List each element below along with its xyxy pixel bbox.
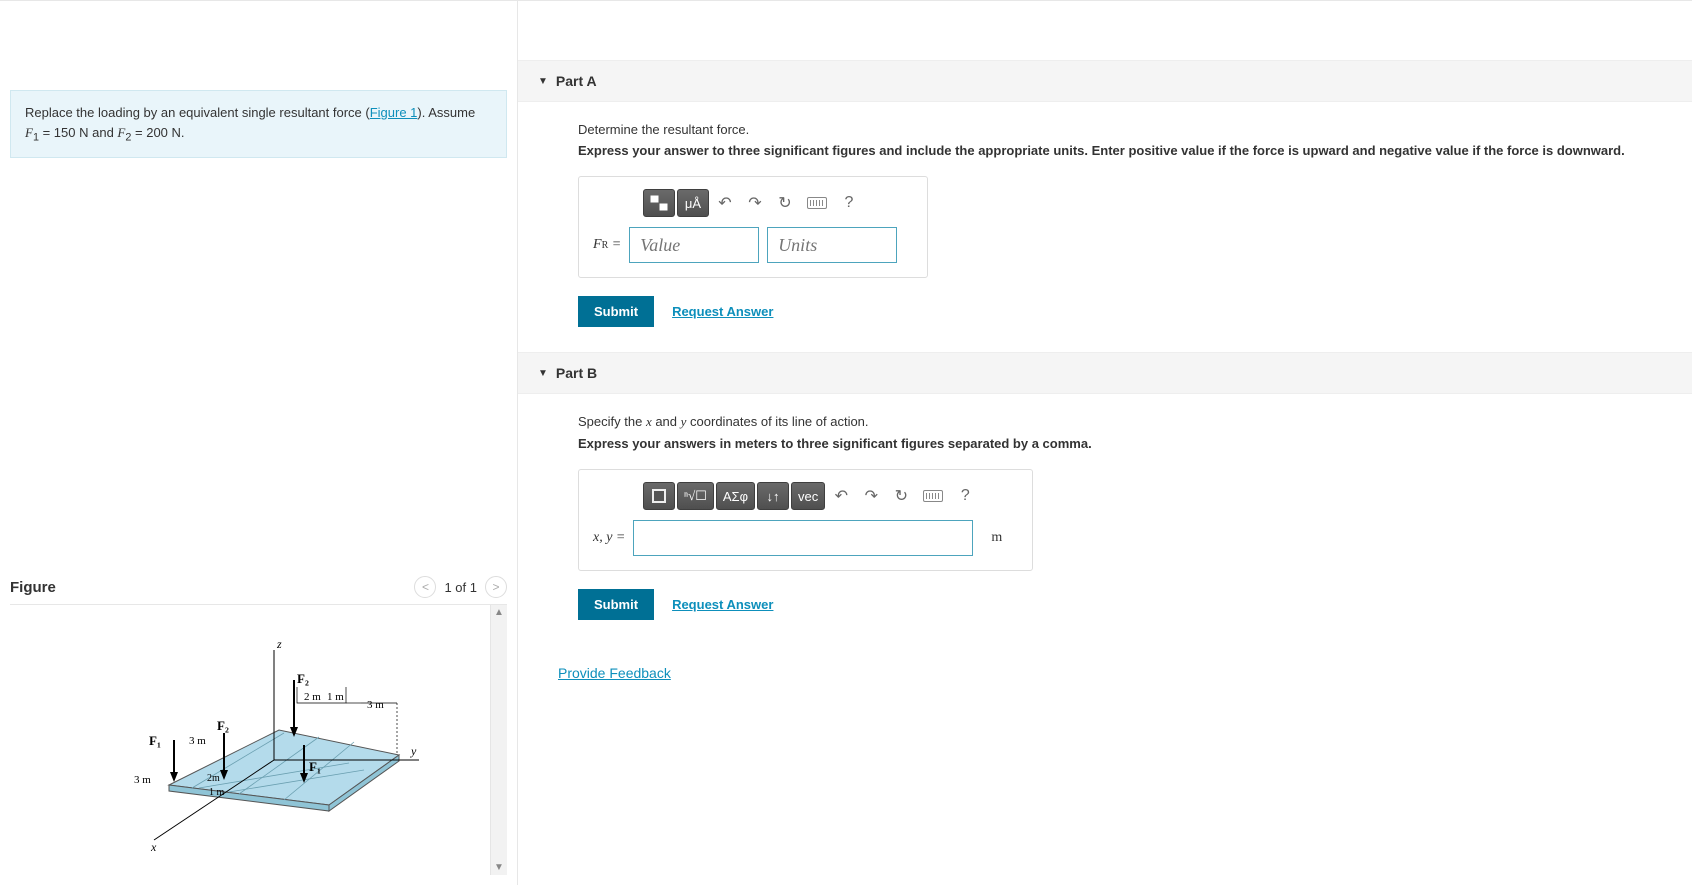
problem-text-prefix: Replace the loading by an equivalent sin… — [25, 105, 370, 120]
top-border-left — [0, 0, 517, 10]
part-b-instruction: Express your answers in meters to three … — [578, 436, 1672, 451]
reset-button-a[interactable]: ↻ — [771, 189, 799, 217]
f2-left-label: F₂ — [217, 718, 229, 733]
redo-button-b[interactable]: ↷ — [857, 482, 885, 510]
f2-val: = 200 N. — [131, 125, 184, 140]
keyboard-button-a[interactable] — [801, 189, 833, 217]
part-b-body: Specify the x and y coordinates of its l… — [518, 394, 1692, 645]
figure-section: Figure < 1 of 1 > — [0, 570, 517, 885]
scroll-up-icon: ▲ — [494, 605, 504, 620]
dim-1m: 1 m — [327, 691, 344, 703]
part-b-input-row: x, y = m — [593, 520, 1002, 556]
part-a-toolbar: μÅ ↶ ↷ ↻ ? — [643, 189, 897, 217]
figure-body: z y x F₂ F₁ F₂ — [10, 605, 507, 875]
figure-prev-button[interactable]: < — [414, 576, 436, 598]
top-border-right — [518, 0, 1692, 10]
reset-button-b[interactable]: ↻ — [887, 482, 915, 510]
part-b-label: x, y = — [593, 530, 625, 546]
diagram-svg: z y x F₂ F₁ F₂ — [99, 625, 419, 855]
part-b-toolbar: ⁿ√☐ ΑΣφ ↓↑ vec ↶ ↷ ↻ ? — [643, 482, 1002, 510]
scroll-down-icon: ▼ — [494, 860, 504, 875]
part-a-input-row: FR = — [593, 227, 897, 263]
problem-statement: Replace the loading by an equivalent sin… — [10, 90, 507, 158]
part-a-actions: Submit Request Answer — [578, 296, 1672, 327]
part-b-answer-box: ⁿ√☐ ΑΣφ ↓↑ vec ↶ ↷ ↻ ? x, y = m — [578, 469, 1033, 571]
feedback-row: Provide Feedback — [518, 645, 1692, 681]
part-b-actions: Submit Request Answer — [578, 589, 1672, 620]
dim-3m-2: 3 m — [189, 735, 206, 747]
unit-suffix-b: m — [991, 530, 1002, 546]
figure-nav: < 1 of 1 > — [414, 576, 507, 598]
value-input-b[interactable] — [633, 520, 973, 556]
figure-next-button[interactable]: > — [485, 576, 507, 598]
undo-button-a[interactable]: ↶ — [711, 189, 739, 217]
problem-text-suffix: ). Assume — [417, 105, 475, 120]
part-a-answer-box: μÅ ↶ ↷ ↻ ? FR = — [578, 176, 928, 278]
dim-1m-2: 1 m — [209, 787, 225, 798]
redo-button-a[interactable]: ↷ — [741, 189, 769, 217]
right-panel: ▼ Part A Determine the resultant force. … — [518, 0, 1692, 885]
dim-3m-1: 3 m — [134, 774, 151, 786]
y-axis-label: y — [410, 744, 417, 758]
templates-button-a[interactable] — [643, 189, 675, 217]
f2-top-label: F₂ — [297, 671, 309, 686]
z-axis-label: z — [276, 637, 282, 651]
left-panel: Replace the loading by an equivalent sin… — [0, 0, 518, 885]
keyboard-icon-b — [923, 490, 943, 502]
templates-icon — [650, 195, 668, 211]
keyboard-button-b[interactable] — [917, 482, 949, 510]
submit-button-b[interactable]: Submit — [578, 589, 654, 620]
f1-left-label: F₁ — [149, 733, 161, 748]
collapse-icon-b: ▼ — [538, 368, 548, 379]
help-button-a[interactable]: ? — [835, 189, 863, 217]
sqrt-button-b[interactable]: ⁿ√☐ — [677, 482, 714, 510]
part-b-title: Part B — [556, 365, 597, 381]
part-a-title: Part A — [556, 73, 597, 89]
vec-button-b[interactable]: vec — [791, 482, 825, 510]
part-a-body: Determine the resultant force. Express y… — [518, 102, 1692, 352]
greek-button-b[interactable]: ΑΣφ — [716, 482, 755, 510]
updown-button-b[interactable]: ↓↑ — [757, 482, 789, 510]
part-b-header[interactable]: ▼ Part B — [518, 352, 1692, 394]
figure-link[interactable]: Figure 1 — [370, 105, 418, 120]
and-text: and — [89, 125, 118, 140]
templates-icon-b — [652, 489, 666, 503]
keyboard-icon — [807, 197, 827, 209]
part-b-prompt: Specify the x and y coordinates of its l… — [578, 414, 1672, 430]
request-answer-link-b[interactable]: Request Answer — [672, 597, 773, 612]
f1-var: F — [25, 125, 33, 140]
figure-scrollbar[interactable]: ▲ ▼ — [490, 605, 507, 875]
part-a-header[interactable]: ▼ Part A — [518, 60, 1692, 102]
units-button-a[interactable]: μÅ — [677, 189, 709, 217]
part-a-instruction: Express your answer to three significant… — [578, 143, 1672, 158]
units-input-a[interactable] — [767, 227, 897, 263]
x-axis-label: x — [150, 840, 157, 854]
undo-button-b[interactable]: ↶ — [827, 482, 855, 510]
f1-bottom-label: F₁ — [309, 759, 321, 774]
part-a-label: FR = — [593, 237, 621, 253]
templates-button-b[interactable] — [643, 482, 675, 510]
collapse-icon-a: ▼ — [538, 76, 548, 87]
request-answer-link-a[interactable]: Request Answer — [672, 304, 773, 319]
f1-val: = 150 N — [39, 125, 89, 140]
dim-3m-3: 3 m — [367, 699, 384, 711]
part-a-prompt: Determine the resultant force. — [578, 122, 1672, 137]
value-input-a[interactable] — [629, 227, 759, 263]
figure-header: Figure < 1 of 1 > — [10, 570, 507, 605]
provide-feedback-link[interactable]: Provide Feedback — [558, 665, 671, 681]
submit-button-a[interactable]: Submit — [578, 296, 654, 327]
figure-title: Figure — [10, 579, 56, 596]
dim-2m: 2 m — [304, 691, 321, 703]
dim-2m-2: 2m — [207, 773, 220, 784]
help-button-b[interactable]: ? — [951, 482, 979, 510]
figure-counter: 1 of 1 — [444, 580, 477, 595]
